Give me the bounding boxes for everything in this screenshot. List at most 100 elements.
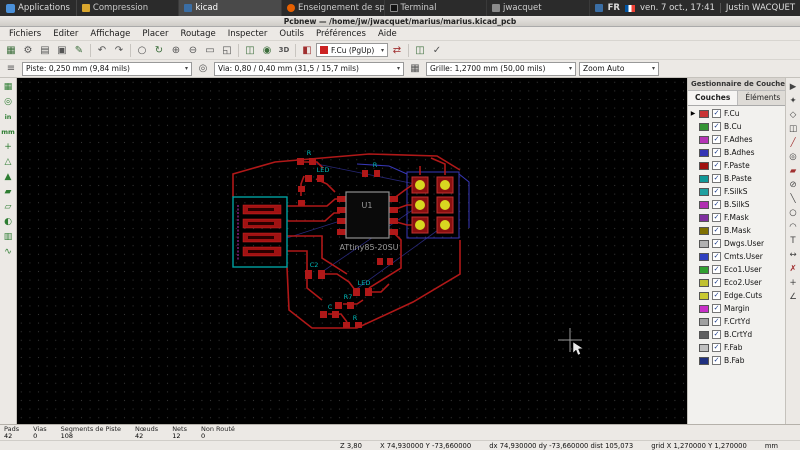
zoom-selection-button[interactable]: ◱ bbox=[219, 43, 235, 58]
layer-row-fadhes[interactable]: ✓ F.Adhes bbox=[688, 133, 785, 146]
cursor-shape-button[interactable]: + bbox=[1, 140, 15, 154]
layer-color-swatch[interactable] bbox=[699, 291, 709, 300]
layer-visibility-checkbox[interactable]: ✓ bbox=[712, 200, 721, 209]
layer-visibility-checkbox[interactable]: ✓ bbox=[712, 356, 721, 365]
window-titlebar[interactable]: Pcbnew — /home/jw/jwacquet/marius/marius… bbox=[0, 16, 800, 27]
zone-outline-mode-button[interactable]: ▱ bbox=[1, 200, 15, 214]
layer-visibility-checkbox[interactable]: ✓ bbox=[712, 252, 721, 261]
layer-color-swatch[interactable] bbox=[699, 174, 709, 183]
units-mm-button[interactable]: mm bbox=[1, 125, 15, 139]
taskbar-item-browser[interactable]: Enseignement de spéci... bbox=[282, 0, 385, 16]
layer-color-swatch[interactable] bbox=[699, 161, 709, 170]
layer-row-bcrtyd[interactable]: ✓ B.CrtYd bbox=[688, 328, 785, 341]
layer-row-eco1[interactable]: ✓ Eco1.User bbox=[688, 263, 785, 276]
layer-color-swatch[interactable] bbox=[699, 135, 709, 144]
layer-row-edgecuts[interactable]: ✓ Edge.Cuts bbox=[688, 289, 785, 302]
add-circle-button[interactable]: ○ bbox=[787, 206, 800, 219]
board-setup-button[interactable]: ⚙ bbox=[20, 43, 36, 58]
keyboard-layout-indicator[interactable]: FR bbox=[608, 3, 620, 13]
menu-aide[interactable]: Aide bbox=[373, 28, 402, 40]
layer-visibility-checkbox[interactable]: ✓ bbox=[712, 226, 721, 235]
grid-menu-button[interactable]: ▦ bbox=[407, 61, 423, 76]
taskbar-item-jwacquet[interactable]: jwacquet bbox=[487, 0, 590, 16]
taskbar-item-terminal[interactable]: Terminal bbox=[385, 0, 488, 16]
active-layer-select[interactable]: F.Cu (PgUp) ▾ bbox=[316, 43, 388, 57]
layer-color-swatch[interactable] bbox=[699, 356, 709, 365]
layer-color-swatch[interactable] bbox=[699, 226, 709, 235]
tab-elements[interactable]: Éléments bbox=[738, 91, 789, 105]
add-zone-button[interactable]: ▰ bbox=[787, 164, 800, 177]
show-ratsnest-button[interactable]: △ bbox=[1, 155, 15, 169]
grid-toggle-button[interactable]: ▦ bbox=[1, 80, 15, 94]
layer-color-swatch[interactable] bbox=[699, 109, 709, 118]
refresh-view-button[interactable]: ↻ bbox=[151, 43, 167, 58]
layer-visibility-checkbox[interactable]: ✓ bbox=[712, 161, 721, 170]
layer-row-fcrtyd[interactable]: ✓ F.CrtYd bbox=[688, 315, 785, 328]
layer-visibility-checkbox[interactable]: ✓ bbox=[712, 148, 721, 157]
menu-inspecter[interactable]: Inspecter bbox=[223, 28, 273, 40]
zone-filled-mode-button[interactable]: ▰ bbox=[1, 185, 15, 199]
footprint-wizard-button[interactable]: ◫ bbox=[412, 43, 428, 58]
layer-visibility-checkbox[interactable]: ✓ bbox=[712, 317, 721, 326]
update-pcb-button[interactable]: ⇄ bbox=[389, 43, 405, 58]
menu-preferences[interactable]: Préférences bbox=[311, 28, 371, 40]
save-button[interactable]: ▦ bbox=[3, 43, 19, 58]
hide-ratsnest-button[interactable]: ▲ bbox=[1, 170, 15, 184]
layer-row-fpaste[interactable]: ✓ F.Paste bbox=[688, 159, 785, 172]
layer-row-bmask[interactable]: ✓ B.Mask bbox=[688, 224, 785, 237]
layer-row-margin[interactable]: ✓ Margin bbox=[688, 302, 785, 315]
microwave-tools-button[interactable]: ∿ bbox=[1, 245, 15, 259]
layer-row-eco2[interactable]: ✓ Eco2.User bbox=[688, 276, 785, 289]
layer-row-fmask[interactable]: ✓ F.Mask bbox=[688, 211, 785, 224]
layer-visibility-checkbox[interactable]: ✓ bbox=[712, 343, 721, 352]
zoom-select[interactable]: Zoom Auto ▾ bbox=[579, 61, 659, 76]
layer-color-swatch[interactable] bbox=[699, 187, 709, 196]
menu-affichage[interactable]: Affichage bbox=[85, 28, 135, 40]
layer-visibility-checkbox[interactable]: ✓ bbox=[712, 213, 721, 222]
add-dimension-button[interactable]: ↔ bbox=[787, 248, 800, 261]
find-button[interactable]: ○ bbox=[134, 43, 150, 58]
layer-visibility-checkbox[interactable]: ✓ bbox=[712, 330, 721, 339]
menu-outils[interactable]: Outils bbox=[274, 28, 309, 40]
track-width-menu-button[interactable]: ≡ bbox=[3, 61, 19, 76]
layer-visibility-checkbox[interactable]: ✓ bbox=[712, 122, 721, 131]
undo-button[interactable]: ↶ bbox=[94, 43, 110, 58]
grid-size-select[interactable]: Grille: 1,2700 mm (50,00 mils) ▾ bbox=[426, 61, 576, 76]
layer-pair-indicator[interactable]: ◧ bbox=[299, 43, 315, 58]
delete-tool-button[interactable]: ✗ bbox=[787, 262, 800, 275]
select-tool-button[interactable]: ▶ bbox=[787, 80, 800, 93]
user-name[interactable]: Justin WACQUET bbox=[726, 3, 795, 13]
network-icon[interactable] bbox=[594, 4, 603, 12]
layer-row-ffab[interactable]: ✓ F.Fab bbox=[688, 341, 785, 354]
layer-visibility-checkbox[interactable]: ✓ bbox=[712, 135, 721, 144]
layer-visibility-checkbox[interactable]: ✓ bbox=[712, 304, 721, 313]
footprint-viewer-button[interactable]: ◉ bbox=[259, 43, 275, 58]
design-rules-button[interactable]: ✓ bbox=[429, 43, 445, 58]
layer-color-swatch[interactable] bbox=[699, 265, 709, 274]
track-width-select[interactable]: Piste: 0,250 mm (9,84 mils) ▾ bbox=[22, 61, 192, 76]
layers-manager-title[interactable]: Gestionnaire de Couches bbox=[688, 78, 785, 91]
layer-row-cmts[interactable]: ✓ Cmts.User bbox=[688, 250, 785, 263]
layer-color-swatch[interactable] bbox=[699, 252, 709, 261]
footprint-editor-button[interactable]: ◫ bbox=[242, 43, 258, 58]
menu-placer[interactable]: Placer bbox=[137, 28, 173, 40]
add-keepout-button[interactable]: ⊘ bbox=[787, 178, 800, 191]
applications-menu[interactable]: Applications bbox=[0, 0, 77, 16]
layer-visibility-checkbox[interactable]: ✓ bbox=[712, 187, 721, 196]
layer-visibility-checkbox[interactable]: ✓ bbox=[712, 109, 721, 118]
add-text-button[interactable]: T bbox=[787, 234, 800, 247]
layer-row-fsilks[interactable]: ✓ F.SilkS bbox=[688, 185, 785, 198]
add-line-button[interactable]: ╲ bbox=[787, 192, 800, 205]
layer-color-swatch[interactable] bbox=[699, 317, 709, 326]
zoom-fit-button[interactable]: ▭ bbox=[202, 43, 218, 58]
via-size-menu-button[interactable]: ◎ bbox=[195, 61, 211, 76]
layer-row-bcu[interactable]: ✓ B.Cu bbox=[688, 120, 785, 133]
menu-fichiers[interactable]: Fichiers bbox=[4, 28, 46, 40]
plot-button[interactable]: ✎ bbox=[71, 43, 87, 58]
drill-origin-button[interactable]: + bbox=[787, 276, 800, 289]
layer-color-swatch[interactable] bbox=[699, 213, 709, 222]
high-contrast-button[interactable]: ◐ bbox=[1, 215, 15, 229]
zoom-in-button[interactable]: ⊕ bbox=[168, 43, 184, 58]
layer-row-badhes[interactable]: ✓ B.Adhes bbox=[688, 146, 785, 159]
layer-row-bpaste[interactable]: ✓ B.Paste bbox=[688, 172, 785, 185]
